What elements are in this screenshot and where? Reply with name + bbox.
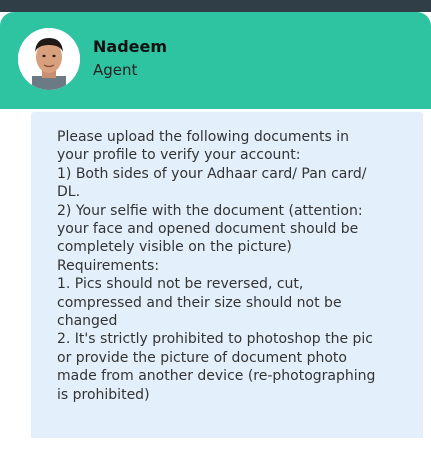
chat-messages[interactable]: Please upload the following documents in… — [0, 109, 431, 452]
message-line: 1. Pics should not be reversed, cut, — [57, 276, 304, 293]
message-line: or provide the picture of document photo — [57, 349, 347, 366]
message-line: changed — [57, 313, 118, 330]
message-line: made from another device (re-photographi… — [57, 368, 376, 385]
agent-avatar — [18, 28, 80, 90]
message-line: 2) Your selfie with the document (attent… — [57, 202, 363, 219]
message-line: completely visible on the picture) — [57, 239, 292, 256]
agent-name: Nadeem — [93, 37, 168, 56]
agent-message-bubble: Please upload the following documents in… — [31, 112, 423, 438]
message-line: compressed and their size should not be — [57, 294, 342, 311]
message-line: is prohibited) — [57, 386, 150, 403]
message-line: Please upload the following documents in — [57, 129, 349, 145]
message-line: 2. It's strictly prohibited to photoshop… — [57, 331, 373, 348]
window-top-strip — [0, 0, 431, 12]
chat-header: Nadeem Agent — [0, 12, 431, 109]
agent-role: Agent — [93, 61, 138, 79]
message-line: your profile to verify your account: — [57, 147, 301, 164]
message-line: Requirements: — [57, 257, 160, 274]
message-line: 1) Both sides of your Adhaar card/ Pan c… — [57, 165, 367, 182]
agent-photo-icon — [18, 28, 80, 90]
message-line: your face and opened document should be — [57, 221, 359, 238]
message-line: DL. — [57, 184, 81, 201]
